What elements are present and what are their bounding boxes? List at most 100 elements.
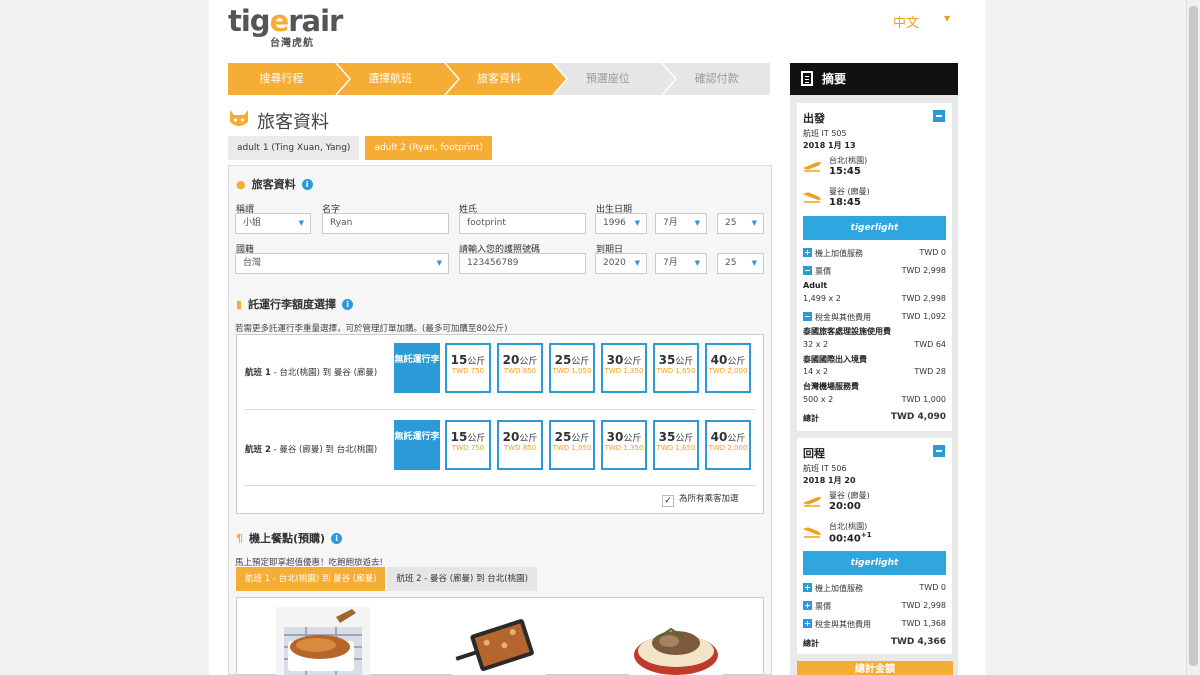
depart-total-value: TWD 4,090 <box>890 412 946 422</box>
return-total-value: TWD 4,366 <box>890 637 946 647</box>
baggage-option-25kg-flight-1[interactable]: 25公斤 TWD 1,050 <box>549 343 595 393</box>
fare-brand-banner: tigerlight <box>803 551 946 575</box>
baggage-none-option-flight-2[interactable]: 無託運行李 <box>394 420 440 470</box>
meal-image-pan-dish[interactable] <box>452 607 546 675</box>
chevron-down-icon: ▼ <box>694 259 700 267</box>
expiry-year-select[interactable]: 2020 ▼ <box>595 253 647 274</box>
baggage-flight-2-label: 航班 2 - 曼谷 (廊曼) 到 台北(桃園) <box>245 445 378 455</box>
baggage-option-15kg-flight-1[interactable]: 15公斤 TWD 750 <box>445 343 491 393</box>
baggage-option-25kg-flight-2[interactable]: 25公斤 TWD 1,050 <box>549 420 595 470</box>
fare-value: TWD 2,998 <box>901 601 946 610</box>
expiry-day-select[interactable]: 25 ▼ <box>717 253 764 274</box>
fork-knife-icon: ¶ <box>236 532 243 545</box>
depart-destination-time: 18:45 <box>829 197 861 208</box>
dob-month-select[interactable]: 7月 ▼ <box>655 213 707 234</box>
chevron-down-icon: ▼ <box>751 219 757 227</box>
info-icon[interactable]: i <box>331 533 343 544</box>
baggage-option-20kg-flight-1[interactable]: 20公斤 TWD 850 <box>497 343 543 393</box>
chevron-down-icon: ▼ <box>634 259 640 267</box>
fee-label: 台灣機場服務費 <box>803 382 859 391</box>
addon-value: TWD 0 <box>919 248 946 257</box>
expand-icon[interactable] <box>803 601 812 610</box>
step-seat-selection: 預選座位 <box>554 63 677 95</box>
scrollbar-thumb[interactable] <box>1189 6 1198 666</box>
scrollbar[interactable] <box>1186 0 1200 675</box>
title-select[interactable]: 小姐 ▼ <box>235 213 311 234</box>
divider <box>245 409 755 410</box>
baggage-none-option-flight-1[interactable]: 無託運行李 <box>394 343 440 393</box>
tiger-head-icon <box>230 110 248 126</box>
return-origin-time: 20:00 <box>829 501 861 512</box>
apply-all-checkbox[interactable]: ✓ 為所有乘客加選 <box>662 492 739 507</box>
addon-label: 機上加值服務 <box>815 584 863 593</box>
step-select-flight[interactable]: 選擇航班 <box>336 63 460 95</box>
chevron-down-icon: ▼ <box>634 219 640 227</box>
divider <box>245 485 755 486</box>
expand-icon[interactable] <box>803 583 812 592</box>
passenger-tabs: adult 1 (Ting Xuan, Yang) adult 2 (Ryan,… <box>228 136 492 160</box>
dob-year-select[interactable]: 1996 ▼ <box>595 213 647 234</box>
return-flight-number: 航班 IT 506 <box>803 464 847 473</box>
tigerair-logo[interactable]: tigerair 台灣虎航 <box>228 6 343 49</box>
adult-calc: 1,499 x 2 <box>803 294 841 303</box>
depart-date: 2018 1月 13 <box>803 141 856 150</box>
chevron-down-icon: ▼ <box>694 219 700 227</box>
baggage-option-35kg-flight-1[interactable]: 35公斤 TWD 1,650 <box>653 343 699 393</box>
expand-icon[interactable] <box>803 619 812 628</box>
fee-calc: 500 x 2 <box>803 395 834 404</box>
chevron-down-icon: ▼ <box>298 219 304 227</box>
chevron-down-icon[interactable]: ▼ <box>944 14 950 23</box>
step-passenger-info[interactable]: 旅客資料 <box>445 63 569 95</box>
depart-heading: 出發 <box>803 112 825 125</box>
meal-tab-flight-1[interactable]: 航班 1 - 台北(桃園) 到 曼谷 (廊曼) <box>236 567 386 591</box>
fee-label: 泰國旅客處理設施使用費 <box>803 327 891 336</box>
baggage-note: 若需更多託運行李重量選擇，可於管理訂單加購。(最多可加購至80公斤) <box>235 324 508 334</box>
dob-day-select[interactable]: 25 ▼ <box>717 213 764 234</box>
baggage-option-30kg-flight-2[interactable]: 30公斤 TWD 1,350 <box>601 420 647 470</box>
apply-all-label: 為所有乘客加選 <box>679 494 739 504</box>
addon-value: TWD 0 <box>919 583 946 592</box>
baggage-option-40kg-flight-1[interactable]: 40公斤 TWD 2,000 <box>705 343 751 393</box>
collapse-icon[interactable] <box>933 445 945 457</box>
baggage-option-40kg-flight-2[interactable]: 40公斤 TWD 2,000 <box>705 420 751 470</box>
last-name-field[interactable]: footprint <box>459 213 586 234</box>
luggage-icon: ▮ <box>236 298 243 311</box>
depart-origin-time: 15:45 <box>829 166 861 177</box>
fee-value: TWD 64 <box>914 340 946 349</box>
booking-steps: 搜尋行程 選擇航班 旅客資料 預選座位 確認付款 <box>228 63 772 95</box>
meal-tab-flight-2[interactable]: 航班 2 - 曼谷 (廊曼) 到 台北(桃園) <box>387 567 537 591</box>
collapse-icon[interactable] <box>803 312 812 321</box>
passenger-tab-adult-2[interactable]: adult 2 (Ryan, footprint) <box>365 136 492 160</box>
step-search[interactable]: 搜尋行程 <box>228 63 351 95</box>
collapse-icon[interactable] <box>933 110 945 122</box>
fare-value: TWD 2,998 <box>901 266 946 275</box>
baggage-option-35kg-flight-2[interactable]: 35公斤 TWD 1,650 <box>653 420 699 470</box>
return-origin-city: 曼谷 (廊曼) <box>829 491 870 500</box>
passport-field[interactable]: 123456789 <box>459 253 586 274</box>
expiry-month-select[interactable]: 7月 ▼ <box>655 253 707 274</box>
grand-total-button[interactable]: 總計金額 <box>797 661 953 675</box>
info-icon[interactable]: i <box>342 299 354 310</box>
baggage-option-20kg-flight-2[interactable]: 20公斤 TWD 850 <box>497 420 543 470</box>
info-icon[interactable]: i <box>301 179 313 190</box>
depart-destination-city: 曼谷 (廊曼) <box>829 187 870 196</box>
meal-image-fish-dish[interactable] <box>629 607 723 675</box>
passenger-tab-adult-1[interactable]: adult 1 (Ting Xuan, Yang) <box>228 136 360 160</box>
baggage-option-30kg-flight-1[interactable]: 30公斤 TWD 1,350 <box>601 343 647 393</box>
depart-origin-city: 台北(桃園) <box>829 156 868 165</box>
fare-label: 票價 <box>815 602 831 611</box>
meal-image-chicken-rice[interactable] <box>276 607 370 675</box>
baggage-option-15kg-flight-2[interactable]: 15公斤 TWD 750 <box>445 420 491 470</box>
first-name-field[interactable]: Ryan <box>322 213 449 234</box>
landing-icon <box>803 192 821 203</box>
depart-total-label: 總計 <box>803 414 819 423</box>
expand-icon[interactable] <box>803 248 812 257</box>
takeoff-icon <box>803 497 821 507</box>
adult-value: TWD 2,998 <box>901 294 946 303</box>
return-date: 2018 1月 20 <box>803 476 856 485</box>
tax-value: TWD 1,368 <box>901 619 946 628</box>
nationality-select[interactable]: 台灣 ▼ <box>235 253 449 274</box>
baggage-flight-1-label: 航班 1 - 台北(桃園) 到 曼谷 (廊曼) <box>245 368 378 378</box>
collapse-icon[interactable] <box>803 266 812 275</box>
language-selector[interactable]: 中文 <box>893 12 919 31</box>
